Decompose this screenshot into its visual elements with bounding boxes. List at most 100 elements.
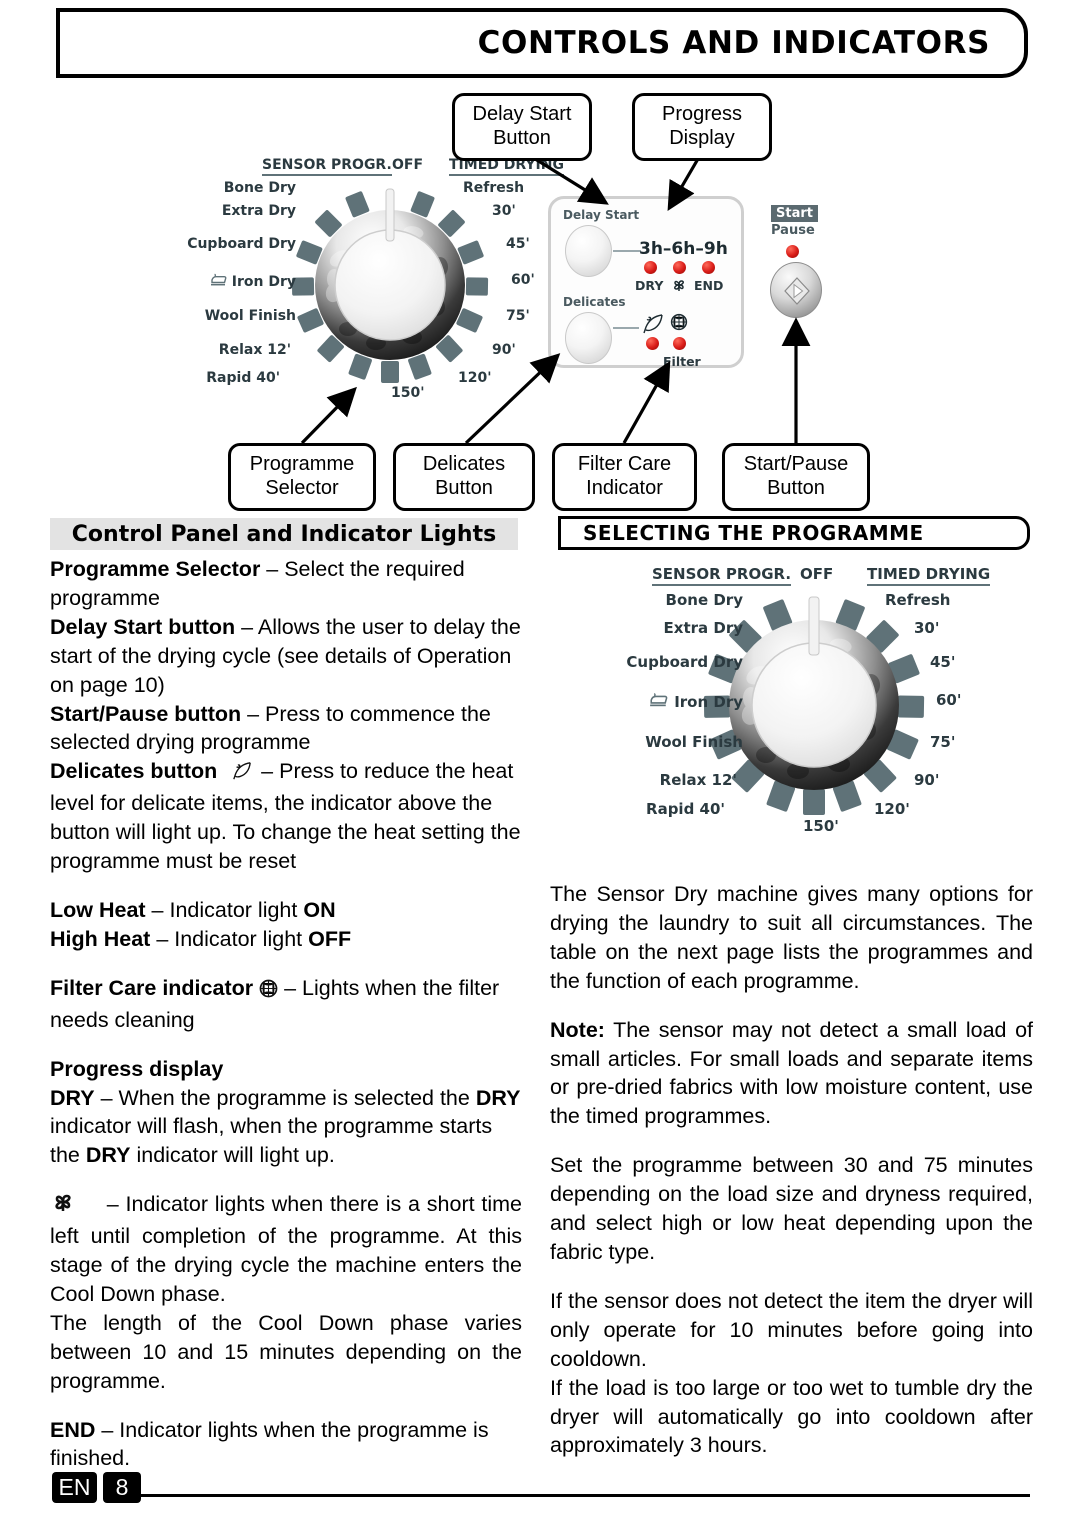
dial-label-iron-dry-row: Iron Dry bbox=[210, 272, 296, 291]
para-bold-label: Start/Pause button bbox=[50, 701, 242, 726]
delay-start-button[interactable] bbox=[565, 225, 612, 277]
page-header-banner: CONTROLS AND INDICATORS bbox=[56, 8, 1028, 78]
left-section-heading: Control Panel and Indicator Lights bbox=[50, 518, 518, 550]
high-heat-label: High Heat bbox=[50, 926, 151, 951]
control-panel-module: Delay Start 3h–6h–9h DRY END Delicates F… bbox=[548, 196, 744, 369]
delay-hours-label: 3h–6h–9h bbox=[639, 239, 728, 259]
dial-label-150: 150' bbox=[391, 385, 425, 401]
para-end-indicator: END – Indicator lights when the programm… bbox=[50, 1416, 522, 1474]
end-bold-label: END bbox=[50, 1417, 96, 1442]
delicates-button[interactable] bbox=[565, 312, 612, 364]
filter-globe-icon bbox=[670, 313, 688, 336]
right-column-body: The Sensor Dry machine gives many option… bbox=[550, 880, 1033, 1460]
low-heat-text: – Indicator light bbox=[145, 897, 304, 922]
dial-label-75: 75' bbox=[506, 308, 530, 324]
footer-rule bbox=[141, 1494, 1030, 1497]
para-cooldown: – Indicator lights when there is a short… bbox=[50, 1190, 522, 1309]
callout-line-2: Indicator bbox=[586, 476, 663, 499]
dial2-label-30: 30' bbox=[914, 619, 940, 637]
callout-start-pause-button: Start/Pause Button bbox=[722, 443, 870, 512]
delicates-connector bbox=[613, 327, 639, 329]
dial2-label-wool-finish: Wool Finish bbox=[645, 733, 743, 751]
pinwheel-fan-icon bbox=[671, 277, 687, 298]
start-badge: Start bbox=[771, 205, 818, 222]
para-set-programme: Set the programme between 30 and 75 minu… bbox=[550, 1153, 1033, 1264]
dry-led bbox=[644, 261, 657, 274]
footer-language: EN bbox=[52, 1472, 97, 1503]
para-low-heat: Low Heat – Indicator light ON bbox=[50, 896, 522, 925]
note-text: The sensor may not detect a small load o… bbox=[550, 1017, 1033, 1129]
dial2-group-sensor-progr: SENSOR PROGR. bbox=[652, 565, 792, 586]
dial-label-iron-dry: Iron Dry bbox=[231, 273, 296, 290]
para-programme-selector: Programme Selector – Select the required… bbox=[50, 555, 522, 613]
callout-line-1: Delay Start bbox=[472, 103, 572, 125]
dial2-label-iron-dry-row: Iron Dry bbox=[649, 691, 743, 712]
dial-label-90: 90' bbox=[492, 342, 516, 358]
callout-delay-start-button: Delay Start Button bbox=[452, 93, 592, 162]
dial2-label-rapid-40: Rapid 40' bbox=[646, 800, 725, 818]
dial-label-cupboard-dry: Cupboard Dry bbox=[187, 236, 296, 252]
para-cooldown-length: The length of the Cool Down phase varies… bbox=[50, 1310, 522, 1393]
dial2-label-extra-dry: Extra Dry bbox=[663, 619, 743, 637]
dry-bold-1: DRY bbox=[50, 1085, 95, 1110]
dry-label: DRY bbox=[635, 278, 664, 293]
delay-connector bbox=[613, 250, 641, 252]
page-title: CONTROLS AND INDICATORS bbox=[477, 25, 990, 61]
para-load-too-large: If the load is too large or too wet to t… bbox=[550, 1375, 1033, 1458]
para-bold-label: Delay Start button bbox=[50, 614, 236, 639]
start-pause-button[interactable] bbox=[770, 262, 822, 318]
para-sensor-no-detect: If the sensor does not detect the item t… bbox=[550, 1288, 1033, 1371]
para-dry-indicator: DRY – When the programme is selected the… bbox=[50, 1084, 522, 1171]
progress-display-heading-text: Progress display bbox=[50, 1056, 224, 1081]
note-label: Note: bbox=[550, 1017, 605, 1042]
panel-delicates-label: Delicates bbox=[563, 295, 626, 309]
callout-programme-selector: Programme Selector bbox=[228, 443, 376, 512]
para-bold-label: Delicates button bbox=[50, 759, 218, 784]
dial-label-120: 120' bbox=[458, 370, 492, 386]
dial2-label-relax-12: Relax 12' bbox=[659, 771, 737, 789]
end-led bbox=[702, 261, 715, 274]
manual-page: CONTROLS AND INDICATORS SENSOR PROGR. OF… bbox=[0, 0, 1080, 1532]
cooldown-text: – Indicator lights when there is a short… bbox=[50, 1192, 522, 1306]
para-filter-care: Filter Care indicator – Lights when the … bbox=[50, 974, 522, 1035]
progress-display-heading: Progress display bbox=[50, 1055, 522, 1084]
footer-page-number: 8 bbox=[103, 1472, 141, 1503]
dial2-label-iron-dry: Iron Dry bbox=[674, 692, 743, 711]
para-delay-start: Delay Start button – Allows the user to … bbox=[50, 613, 522, 700]
play-diamond-icon bbox=[783, 276, 811, 311]
para-sensor-dry-options: The Sensor Dry machine gives many option… bbox=[550, 882, 1033, 993]
dial-label-relax-12: Relax 12' bbox=[218, 342, 291, 358]
dial2-label-150: 150' bbox=[803, 817, 839, 835]
dial2-group-timed-drying: TIMED DRYING bbox=[867, 565, 991, 586]
dial-label-60: 60' bbox=[511, 272, 535, 288]
dial-label-extra-dry: Extra Dry bbox=[221, 203, 296, 219]
low-heat-state: ON bbox=[303, 897, 336, 922]
callout-line-2: Button bbox=[435, 476, 493, 499]
dial2-label-60: 60' bbox=[936, 691, 962, 709]
feather-icon bbox=[641, 313, 665, 340]
filter-globe-icon bbox=[259, 977, 278, 1006]
iron-icon bbox=[210, 272, 227, 291]
dial-group-sensor-progr: SENSOR PROGR. bbox=[262, 157, 392, 176]
filter-label: Filter bbox=[663, 354, 701, 369]
dial2-label-75: 75' bbox=[930, 733, 956, 751]
dial-label-30: 30' bbox=[492, 203, 516, 219]
para-bold-label: Programme Selector bbox=[50, 557, 261, 581]
callout-line-1: Start/Pause bbox=[743, 453, 849, 475]
dial-label-refresh: Refresh bbox=[463, 180, 525, 196]
dial-label-45: 45' bbox=[506, 236, 530, 252]
callout-line-1: Filter Care bbox=[577, 453, 672, 475]
dial-label-wool-finish: Wool Finish bbox=[204, 308, 296, 324]
callout-filter-care-indicator: Filter Care Indicator bbox=[552, 443, 697, 512]
para-note: Note: The sensor may not detect a small … bbox=[550, 1016, 1033, 1132]
dial2-label-cupboard-dry: Cupboard Dry bbox=[626, 653, 743, 671]
callout-line-2: Selector bbox=[265, 476, 339, 499]
callout-delicates-button: Delicates Button bbox=[393, 443, 535, 512]
dial2-label-refresh: Refresh bbox=[885, 591, 951, 609]
callout-line-2: Button bbox=[767, 476, 825, 499]
